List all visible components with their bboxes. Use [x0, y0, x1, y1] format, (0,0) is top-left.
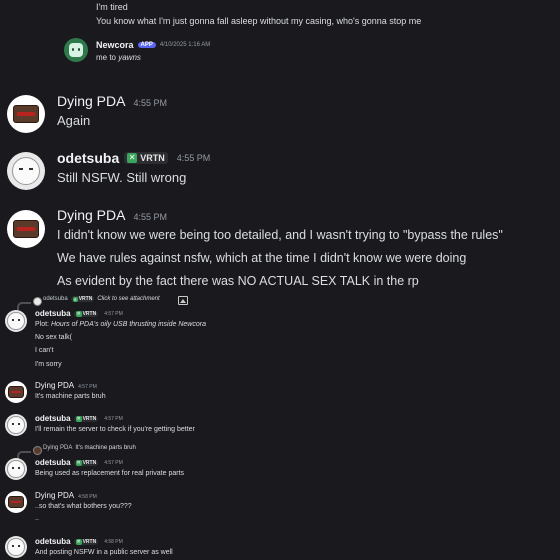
server-tag[interactable]: ✕ VRTN — [73, 415, 99, 422]
message-text: As evident by the fact there was NO ACTU… — [57, 274, 419, 288]
username[interactable]: odetsuba — [35, 458, 71, 467]
image-icon — [178, 296, 188, 305]
server-tag[interactable]: ✕ VRTN — [73, 538, 99, 545]
timestamp: 4:55 PM — [176, 153, 211, 163]
server-tag[interactable]: ✕ VRTN — [73, 310, 99, 317]
timestamp: 4:57 PM — [104, 310, 123, 317]
server-tag[interactable]: ✕ VRTN — [124, 152, 168, 164]
message-text: Being used as replacement for real priva… — [35, 470, 185, 477]
timestamp: 4:57 PM — [104, 459, 123, 466]
message-prefix: me to — [96, 53, 119, 62]
reply-preview-text[interactable]: Click to see attachment — [97, 296, 159, 302]
tag-label: VRTN — [140, 153, 165, 163]
message-text: No sex talk( — [35, 334, 72, 341]
message-text: And posting NSFW in a public server as w… — [35, 549, 173, 556]
username[interactable]: odetsuba — [57, 150, 119, 166]
message-text: You know what I'm just gonna fall asleep… — [96, 16, 422, 26]
username[interactable]: odetsuba — [35, 309, 71, 318]
message-text: Again — [57, 113, 91, 128]
plot-text: Hours of PDA's oily USB thrusting inside… — [50, 321, 206, 328]
tag-icon: ✕ — [75, 310, 82, 317]
tag-label: VRTN — [82, 538, 97, 545]
message-text: It's machine parts bruh — [35, 393, 106, 400]
timestamp: 4:58 PM — [78, 494, 97, 500]
avatar[interactable] — [5, 536, 27, 558]
avatar[interactable] — [5, 491, 27, 513]
username[interactable]: Dying PDA — [57, 207, 125, 223]
message-italic: yawns — [118, 53, 141, 62]
message-text: me to yawns — [96, 53, 141, 62]
avatar[interactable] — [5, 310, 27, 332]
avatar[interactable] — [7, 210, 45, 248]
reply-avatar — [33, 446, 42, 455]
message-text: I can't — [35, 347, 54, 354]
timestamp: 4:58 PM — [104, 538, 123, 545]
avatar[interactable] — [7, 152, 45, 190]
tag-label: VRTN — [82, 415, 97, 422]
message-text: .. — [35, 515, 39, 522]
message-text: ..so that's what bothers you??? — [35, 503, 132, 510]
reply-connector — [17, 302, 31, 310]
tag-label: VRTN — [82, 459, 97, 466]
server-tag: ✕ VRTN — [70, 296, 95, 302]
username[interactable]: odetsuba — [35, 537, 71, 546]
app-badge: APP — [137, 42, 156, 48]
tag-icon: ✕ — [75, 459, 82, 466]
timestamp: 4:57 PM — [104, 415, 123, 422]
tag-label: VRTN — [82, 310, 97, 317]
tag-icon: ✕ — [75, 415, 82, 422]
message-text: Still NSFW. Still wrong — [57, 170, 187, 185]
message-text: We have rules against nsfw, which at the… — [57, 251, 467, 265]
message-text: I'll remain the server to check if you'r… — [35, 426, 195, 433]
username[interactable]: Dying PDA — [35, 381, 74, 390]
username[interactable]: odetsuba — [35, 414, 71, 423]
timestamp: 4:55 PM — [133, 212, 167, 222]
timestamp: 4:57 PM — [78, 384, 97, 390]
tag-icon: ✕ — [127, 153, 138, 163]
reply-username[interactable]: Dying PDA — [43, 445, 72, 451]
avatar[interactable] — [5, 381, 27, 403]
tag-label: VRTN — [78, 296, 93, 302]
username[interactable]: Dying PDA — [35, 491, 74, 500]
message-text: I'm sorry — [35, 361, 62, 368]
reply-username[interactable]: odetsuba — [43, 296, 68, 302]
username[interactable]: Dying PDA — [57, 93, 125, 109]
avatar[interactable] — [7, 95, 45, 133]
avatar[interactable] — [5, 458, 27, 480]
tag-icon: ✕ — [72, 296, 78, 302]
message-text: I'm tired — [96, 2, 128, 12]
timestamp: 4:55 PM — [133, 98, 167, 108]
avatar[interactable] — [64, 38, 88, 62]
timestamp: 4/10/2025 1:16 AM — [159, 42, 211, 48]
reply-preview-text[interactable]: It's machine parts bruh — [75, 445, 136, 451]
message-text: I didn't know we were being too detailed… — [57, 228, 503, 242]
message-text: Plot: Hours of PDA's oily USB thrusting … — [35, 321, 206, 328]
avatar[interactable] — [5, 414, 27, 436]
reply-avatar — [33, 297, 42, 306]
plot-label: Plot: — [35, 321, 51, 328]
username[interactable]: Newcora — [96, 40, 134, 50]
server-tag[interactable]: ✕ VRTN — [73, 459, 99, 466]
tag-icon: ✕ — [75, 538, 82, 545]
